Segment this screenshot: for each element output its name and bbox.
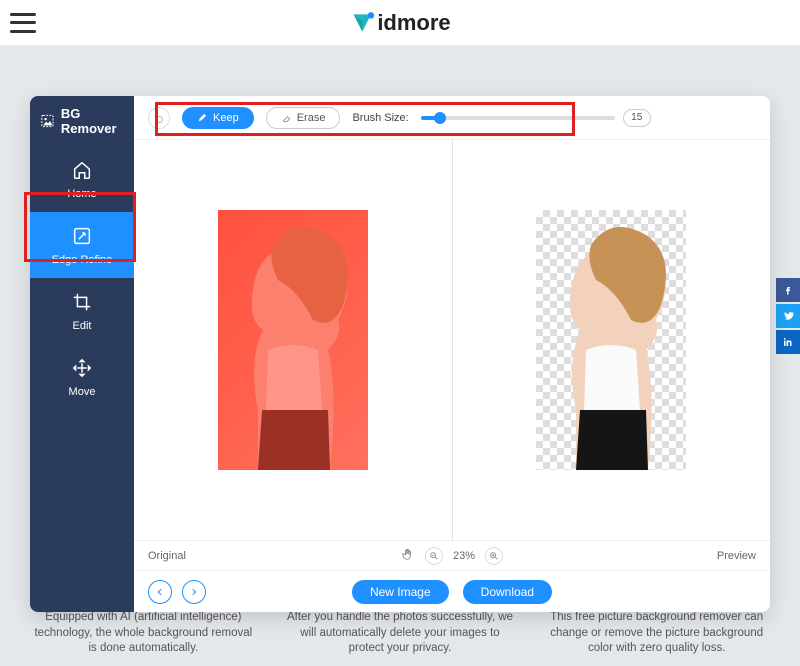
twitter-share-button[interactable] — [776, 304, 800, 328]
original-canvas[interactable] — [134, 140, 452, 540]
edge-refine-icon — [70, 224, 94, 248]
brush-size-slider[interactable] — [421, 116, 615, 120]
original-label: Original — [148, 550, 186, 562]
twitter-icon — [782, 310, 794, 322]
sidebar-item-home[interactable]: Home — [30, 146, 134, 212]
brand-logo[interactable]: idmore — [349, 10, 450, 36]
keep-label: Keep — [213, 112, 239, 124]
edge-refine-toolbar: Keep Erase Brush Size: 15 — [134, 96, 770, 140]
preview-canvas[interactable] — [453, 140, 771, 540]
undo-button[interactable] — [148, 107, 170, 129]
brand-name: idmore — [377, 10, 450, 36]
sidebar-item-label: Move — [69, 386, 96, 398]
app-title: BG Remover — [30, 96, 134, 146]
zoom-in-icon — [489, 551, 499, 561]
download-label: Download — [481, 585, 534, 599]
zoom-in-button[interactable] — [485, 547, 503, 565]
status-bar: Original 23% Preview — [134, 540, 770, 570]
app-main: Keep Erase Brush Size: 15 — [134, 96, 770, 612]
sidebar-item-edit[interactable]: Edit — [30, 278, 134, 344]
bg-remover-app: BG Remover Home Edge Refine Edit Move — [30, 96, 770, 612]
erase-tool-button[interactable]: Erase — [266, 107, 341, 129]
hand-tool-button[interactable] — [401, 547, 415, 564]
brush-keep-icon — [197, 112, 208, 123]
person-silhouette-icon — [536, 210, 686, 470]
app-title-label: BG Remover — [61, 106, 126, 136]
new-image-label: New Image — [370, 585, 431, 599]
sidebar-item-move[interactable]: Move — [30, 344, 134, 410]
menu-icon[interactable] — [10, 13, 36, 33]
zoom-out-icon — [429, 551, 439, 561]
brush-size-control: 15 — [421, 109, 651, 127]
linkedin-icon — [782, 336, 794, 348]
keep-tool-button[interactable]: Keep — [182, 107, 254, 129]
facebook-share-button[interactable] — [776, 278, 800, 302]
next-image-button[interactable] — [182, 580, 206, 604]
move-icon — [70, 356, 94, 380]
prev-image-button[interactable] — [148, 580, 172, 604]
hand-icon — [401, 547, 415, 561]
zoom-controls: 23% — [401, 547, 503, 565]
sidebar-item-label: Home — [67, 188, 96, 200]
app-sidebar: BG Remover Home Edge Refine Edit Move — [30, 96, 134, 612]
slider-thumb[interactable] — [434, 112, 446, 124]
zoom-out-button[interactable] — [425, 547, 443, 565]
crop-icon — [70, 290, 94, 314]
brush-size-label: Brush Size: — [352, 112, 408, 124]
blurb-2: After you handle the photos successfully… — [287, 610, 514, 657]
preview-image — [536, 210, 686, 470]
home-icon — [70, 158, 94, 182]
preview-label: Preview — [717, 550, 756, 562]
bg-remover-icon — [40, 112, 55, 130]
canvas-split — [134, 140, 770, 540]
erase-label: Erase — [297, 112, 326, 124]
facebook-icon — [782, 284, 794, 296]
chevron-right-icon — [189, 587, 199, 597]
brush-size-value: 15 — [623, 109, 651, 127]
new-image-button[interactable]: New Image — [352, 580, 449, 604]
eraser-icon — [281, 112, 292, 123]
sidebar-item-label: Edge Refine — [52, 254, 113, 266]
download-button[interactable]: Download — [463, 580, 552, 604]
blurb-1: Equipped with AI (artificial intelligenc… — [30, 610, 257, 657]
site-header: idmore — [0, 0, 800, 46]
undo-icon — [153, 112, 165, 124]
hero-blurbs: Equipped with AI (artificial intelligenc… — [30, 610, 770, 657]
linkedin-share-button[interactable] — [776, 330, 800, 354]
logo-mark-icon — [349, 10, 375, 36]
action-row: New Image Download — [134, 570, 770, 612]
original-image — [218, 210, 368, 470]
mask-overlay — [218, 210, 368, 470]
zoom-value: 23% — [453, 550, 475, 562]
sidebar-item-label: Edit — [73, 320, 92, 332]
sidebar-item-edge-refine[interactable]: Edge Refine — [30, 212, 134, 278]
blurb-3: This free picture background remover can… — [543, 610, 770, 657]
chevron-left-icon — [155, 587, 165, 597]
social-sidebar — [776, 278, 800, 356]
